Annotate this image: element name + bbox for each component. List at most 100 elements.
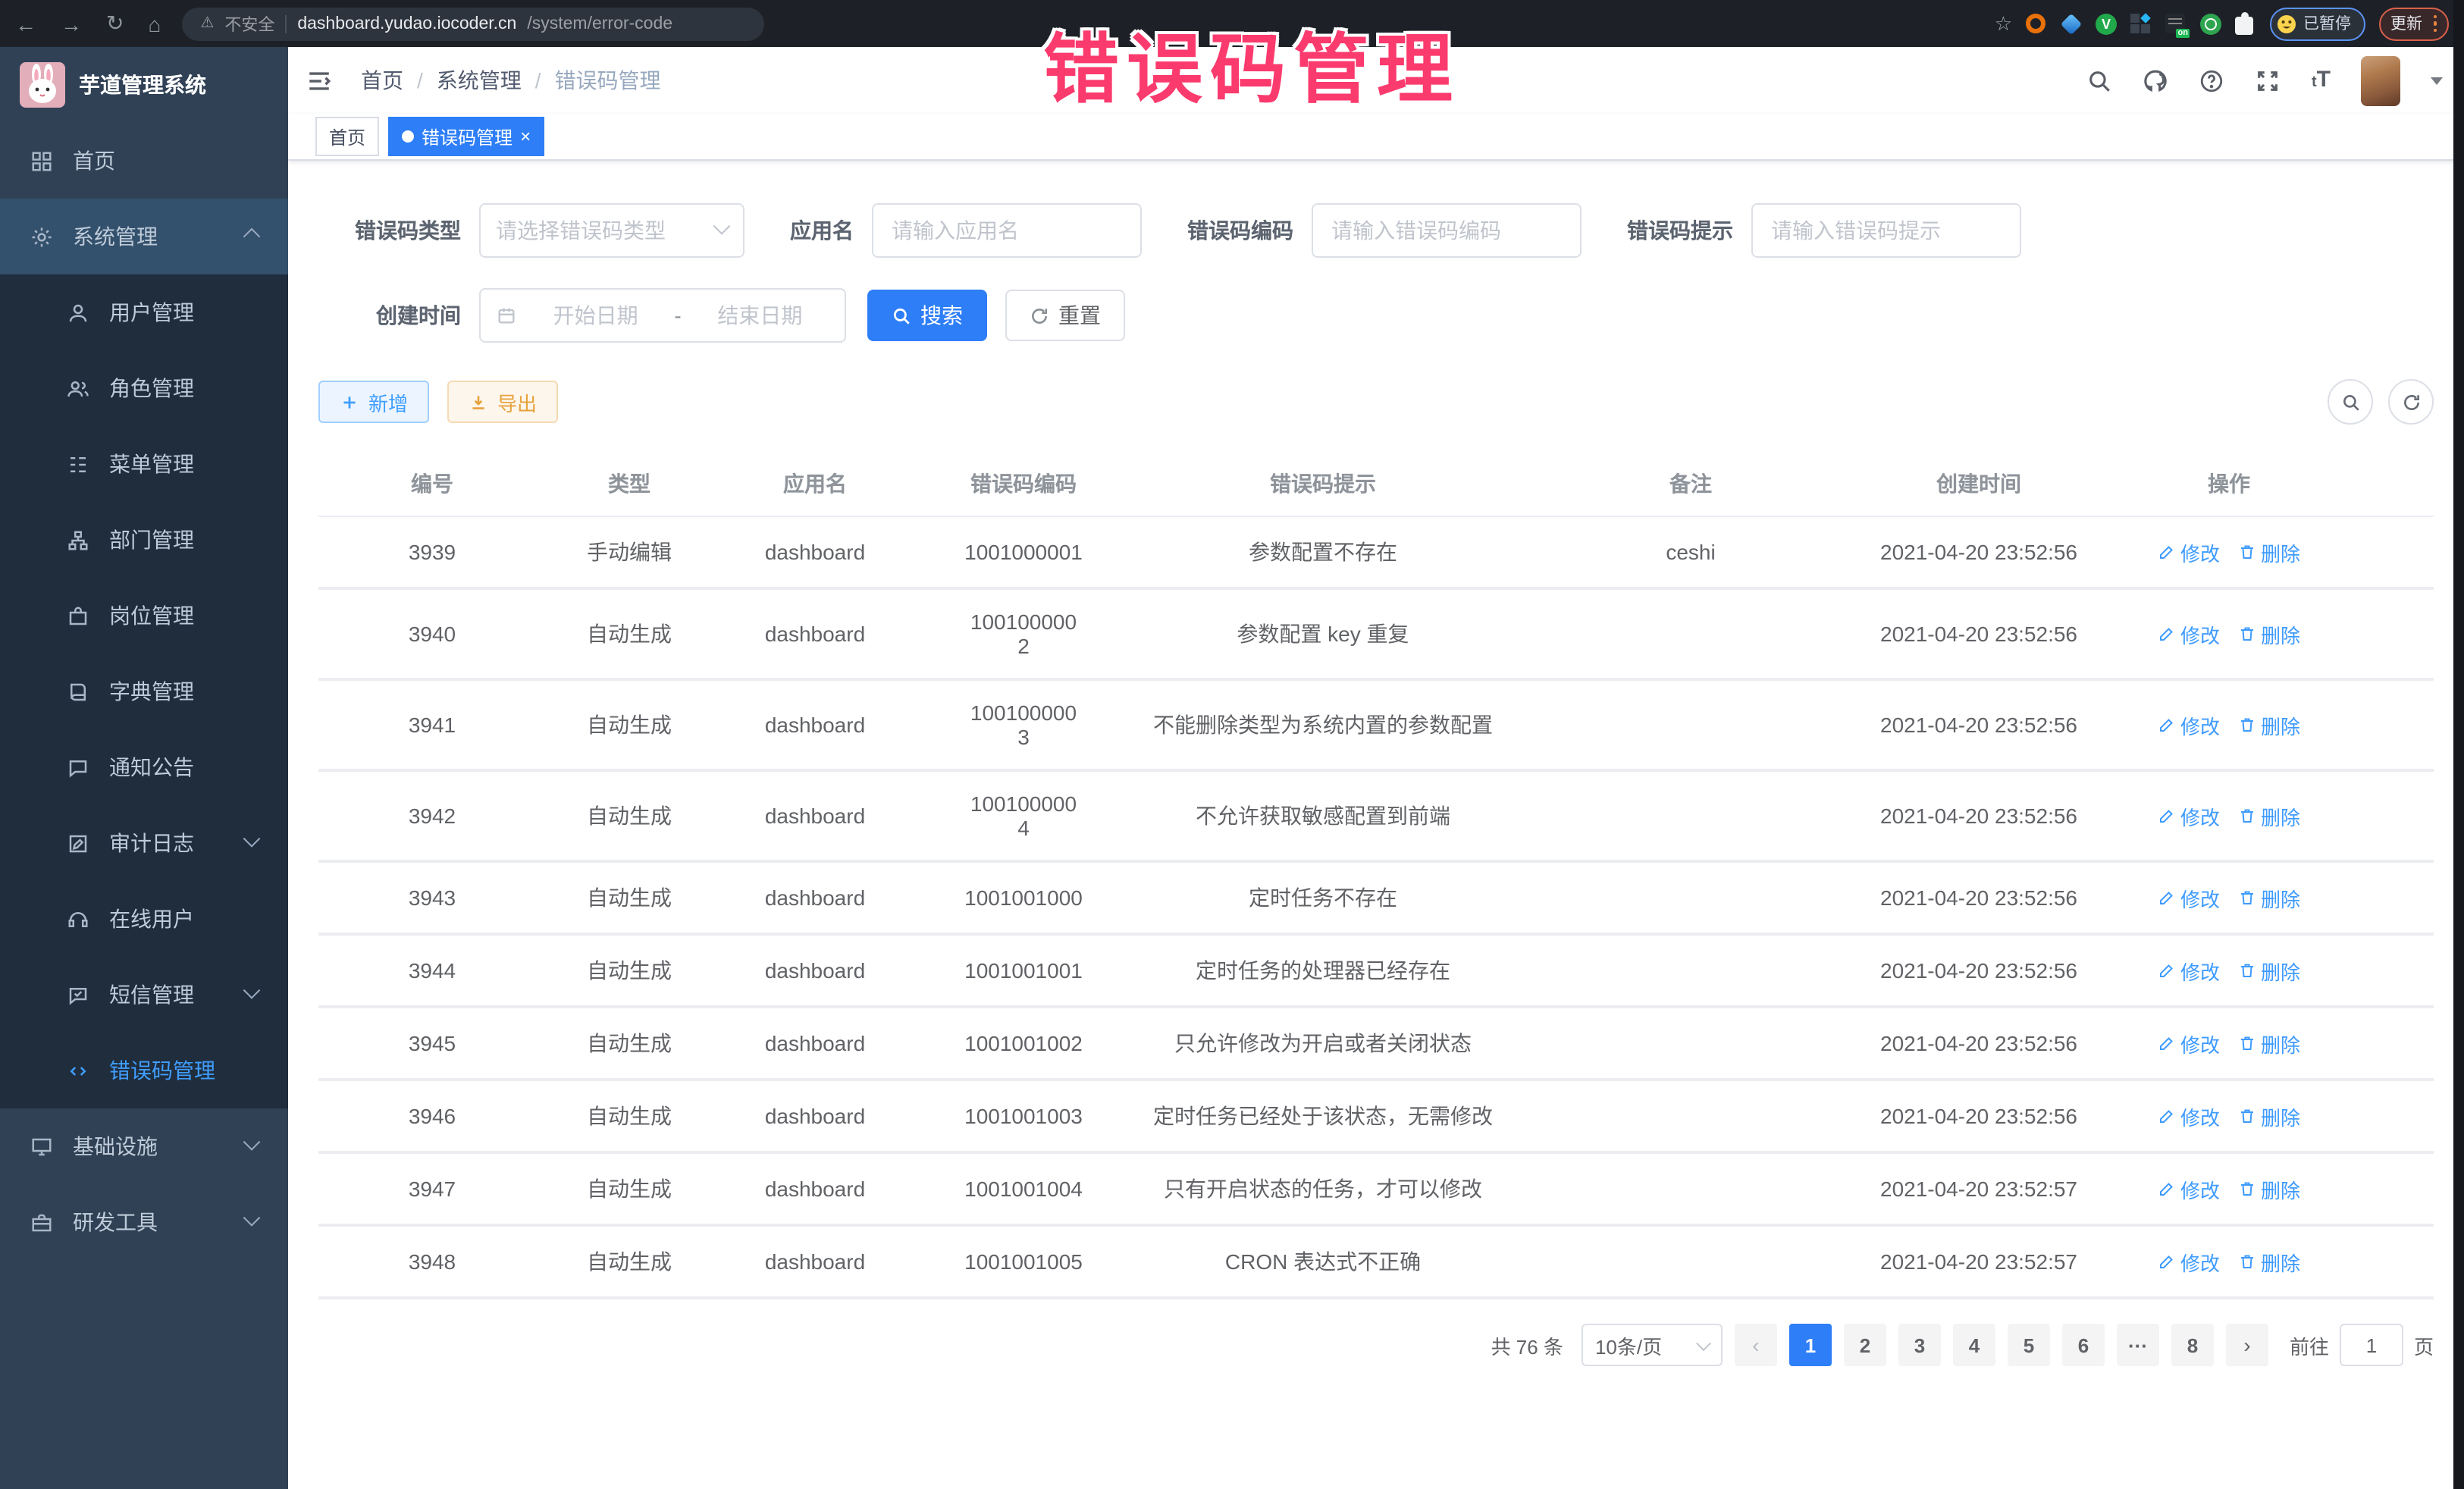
sidebar-item-label: 系统管理 <box>73 221 158 252</box>
grid-extension-icon[interactable] <box>2130 13 2152 34</box>
tag-item[interactable]: 首页 <box>315 117 379 156</box>
tag-close-icon[interactable]: × <box>520 127 531 146</box>
delete-link[interactable]: 删除 <box>2238 710 2300 739</box>
cell-time: 2021-04-20 23:52:57 <box>1865 1225 2093 1298</box>
sidebar-item-dept[interactable]: 部门管理 <box>0 502 288 578</box>
delete-link[interactable]: 删除 <box>2238 619 2300 648</box>
delete-link[interactable]: 删除 <box>2238 1029 2300 1058</box>
page-button-8[interactable]: 8 <box>2171 1324 2214 1366</box>
page-more-button[interactable]: ··· <box>2117 1324 2159 1366</box>
breadcrumb-item-1[interactable]: 首页 <box>361 65 403 96</box>
sidebar-item-menu[interactable]: 菜单管理 <box>0 426 288 502</box>
page-button-3[interactable]: 3 <box>1898 1324 1941 1366</box>
sidebar-item-notice[interactable]: 通知公告 <box>0 729 288 805</box>
page-button-6[interactable]: 6 <box>2062 1324 2105 1366</box>
user-avatar[interactable] <box>2361 55 2400 105</box>
cell-id: 3944 <box>318 934 546 1007</box>
help-icon[interactable] <box>2199 67 2225 93</box>
font-size-icon[interactable]: tT <box>2312 67 2331 94</box>
sidebar-item-role[interactable]: 角色管理 <box>0 350 288 426</box>
app-logo[interactable]: 芋道管理系统 <box>0 47 288 123</box>
export-button[interactable]: 导出 <box>447 381 558 423</box>
sidebar-item-dict[interactable]: 字典管理 <box>0 654 288 729</box>
column-header-备注: 备注 <box>1516 452 1865 516</box>
date-start-placeholder: 开始日期 <box>526 300 665 331</box>
sidebar-item-devtools[interactable]: 研发工具 <box>0 1184 288 1260</box>
orange-ring-extension-icon[interactable] <box>2026 13 2047 34</box>
next-page-button[interactable]: › <box>2226 1324 2268 1366</box>
address-bar[interactable]: ⚠ 不安全 dashboard.yudao.iocoder.cn/system/… <box>182 7 764 40</box>
sidebar-item-label: 错误码管理 <box>109 1055 215 1086</box>
search-icon[interactable] <box>2087 67 2113 93</box>
sidebar-item-online[interactable]: 在线用户 <box>0 881 288 957</box>
green-key-extension-icon[interactable] <box>2200 13 2221 34</box>
edit-link[interactable]: 修改 <box>2158 619 2220 648</box>
delete-link[interactable]: 删除 <box>2238 538 2300 566</box>
delete-link[interactable]: 删除 <box>2238 1102 2300 1130</box>
edit-link[interactable]: 修改 <box>2158 1102 2220 1130</box>
delete-link[interactable]: 删除 <box>2238 883 2300 912</box>
avatar-caret-icon[interactable] <box>2431 77 2443 84</box>
sidebar-item-errcode[interactable]: 错误码管理 <box>0 1033 288 1108</box>
add-button[interactable]: 新增 <box>318 381 429 423</box>
puzzle-extension-icon[interactable] <box>2235 13 2256 34</box>
gear-icon <box>30 225 53 248</box>
cell-memo: ceshi <box>1516 516 1865 588</box>
edit-link[interactable]: 修改 <box>2158 1247 2220 1276</box>
edit-link[interactable]: 修改 <box>2158 538 2220 566</box>
hamburger-icon[interactable] <box>288 47 349 114</box>
browser-menu-icon[interactable] <box>2433 15 2437 33</box>
sidebar-item-audit[interactable]: 审计日志 <box>0 805 288 881</box>
date-range-picker[interactable]: 开始日期 - 结束日期 <box>479 288 846 343</box>
error-code-input[interactable] <box>1312 203 1582 258</box>
browser-reload-icon[interactable]: ↻ <box>106 11 124 36</box>
page-button-5[interactable]: 5 <box>2008 1324 2050 1366</box>
page-button-1[interactable]: 1 <box>1789 1324 1832 1366</box>
tag-active[interactable]: 错误码管理× <box>388 117 544 156</box>
browser-back-icon[interactable]: ← <box>15 11 36 36</box>
prev-page-button[interactable]: ‹ <box>1735 1324 1777 1366</box>
cell-time: 2021-04-20 23:52:56 <box>1865 679 2093 770</box>
error-type-select[interactable]: 请选择错误码类型 <box>479 203 745 258</box>
on-badge-extension-icon[interactable]: on <box>2165 13 2187 34</box>
sidebar-item-infra[interactable]: 基础设施 <box>0 1108 288 1184</box>
edit-link[interactable]: 修改 <box>2158 1174 2220 1203</box>
search-button[interactable]: 搜索 <box>867 290 987 341</box>
edit-link[interactable]: 修改 <box>2158 883 2220 912</box>
delete-link[interactable]: 删除 <box>2238 1247 2300 1276</box>
extension-paused-badge[interactable]: 已暂停 <box>2270 7 2365 40</box>
fullscreen-icon[interactable] <box>2256 67 2281 93</box>
sidebar-item-post[interactable]: 岗位管理 <box>0 578 288 654</box>
delete-link[interactable]: 删除 <box>2238 1174 2300 1203</box>
page-button-4[interactable]: 4 <box>1953 1324 1995 1366</box>
delete-link[interactable]: 删除 <box>2238 956 2300 985</box>
breadcrumb-item-2[interactable]: 系统管理 <box>437 65 522 96</box>
edit-link[interactable]: 修改 <box>2158 1029 2220 1058</box>
error-msg-input[interactable] <box>1751 203 2021 258</box>
app-name-input[interactable] <box>872 203 1142 258</box>
refresh-table-button[interactable] <box>2388 379 2434 425</box>
sidebar-item-system[interactable]: 系统管理 <box>0 199 288 274</box>
page-size-select[interactable]: 10条/页 <box>1582 1324 1723 1366</box>
github-icon[interactable] <box>2143 67 2169 93</box>
edit-link[interactable]: 修改 <box>2158 956 2220 985</box>
page-button-2[interactable]: 2 <box>1844 1324 1886 1366</box>
sidebar-item-home[interactable]: 首页 <box>0 123 288 199</box>
pagination: 共 76 条 10条/页 ‹ 123456···8 › 前往 页 <box>318 1324 2434 1366</box>
window-scrollbar[interactable] <box>2453 0 2464 1489</box>
goto-page-input[interactable] <box>2340 1324 2403 1366</box>
toggle-search-button[interactable] <box>2328 379 2373 425</box>
breadcrumb-separator: / <box>417 68 423 92</box>
edit-link[interactable]: 修改 <box>2158 801 2220 830</box>
delete-link[interactable]: 删除 <box>2238 801 2300 830</box>
edit-link[interactable]: 修改 <box>2158 710 2220 739</box>
blue-gem-extension-icon[interactable] <box>2061 13 2082 34</box>
reset-button[interactable]: 重置 <box>1005 290 1125 341</box>
bookmark-star-icon[interactable]: ☆ <box>1995 11 2012 36</box>
browser-forward-icon[interactable]: → <box>61 11 82 36</box>
green-v-extension-icon[interactable]: V <box>2096 13 2117 34</box>
browser-home-icon[interactable]: ⌂ <box>148 11 161 36</box>
sidebar-item-sms[interactable]: 短信管理 <box>0 957 288 1033</box>
sidebar-item-user[interactable]: 用户管理 <box>0 274 288 350</box>
browser-update-badge[interactable]: 更新 <box>2378 7 2449 40</box>
